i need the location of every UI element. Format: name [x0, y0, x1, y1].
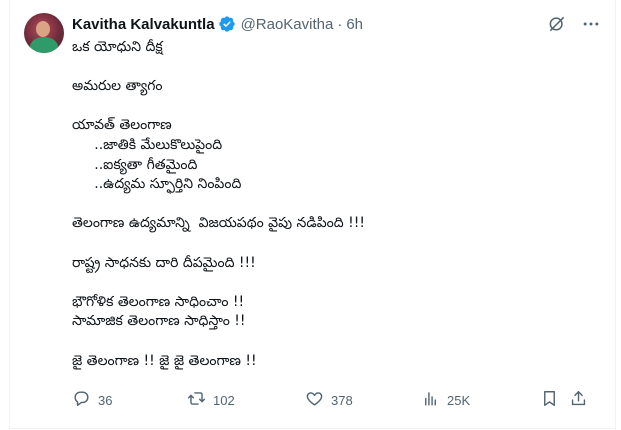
- repost-button[interactable]: 102: [187, 388, 235, 412]
- post-line: [72, 332, 592, 352]
- post-text: ఒక యోధుని దీక్ష అమరుల త్యాగం యావత్ తెలంగ…: [72, 38, 592, 371]
- grok-icon[interactable]: [547, 14, 567, 34]
- post-line: [72, 234, 592, 254]
- bookmark-icon: [540, 389, 559, 411]
- avatar[interactable]: [24, 13, 64, 53]
- heart-icon: [305, 389, 324, 411]
- like-button[interactable]: 378: [305, 388, 353, 412]
- post-line: [72, 195, 592, 215]
- post-line: ..జాతికి మేలుకొలుపైంది: [72, 136, 223, 153]
- repost-icon: [187, 389, 206, 411]
- action-bar: 36 102 378 25K: [72, 388, 594, 412]
- verified-badge-icon: [218, 15, 236, 33]
- divider: [9, 428, 616, 429]
- post-line: ..ఉద్యమ స్ఫూర్తిని నింపింది: [72, 176, 242, 193]
- views-button[interactable]: 25K: [421, 388, 470, 412]
- author-handle[interactable]: @RaoKavitha: [241, 16, 334, 33]
- post-line: ఒక యోధుని దీక్ష: [72, 39, 163, 55]
- post-line: జై తెలంగాణ !! జై జై తెలంగాణ !!: [72, 352, 257, 369]
- share-button[interactable]: [569, 388, 588, 412]
- post-line: ..ఐక్యతా గీతమైంది: [72, 156, 198, 173]
- more-icon[interactable]: [581, 14, 601, 34]
- post-line: సామాజిక తెలంగాణ సాధిస్తాం !!: [72, 313, 246, 330]
- separator-dot: ·: [337, 15, 343, 33]
- post-line: యావత్ తెలంగాణ: [72, 117, 172, 134]
- like-count: 378: [331, 392, 353, 408]
- repost-count: 102: [213, 392, 235, 408]
- post-line: [72, 273, 592, 293]
- views-count: 25K: [447, 392, 471, 408]
- reply-button[interactable]: 36: [72, 388, 112, 412]
- post-line: భౌగోళిక తెలంగాణ సాధించాం !!: [72, 293, 245, 310]
- bookmark-button[interactable]: [540, 388, 559, 412]
- post-header: Kavitha Kalvakuntla @RaoKavitha · 6h: [72, 14, 363, 34]
- reply-count: 36: [98, 392, 113, 408]
- post-line: [72, 97, 592, 117]
- post-line: రాష్ట్ర సాధనకు దారి దీపమైంది !!!: [72, 254, 256, 271]
- post-timestamp[interactable]: 6h: [346, 16, 363, 33]
- reply-icon: [72, 389, 91, 411]
- post-line: [72, 58, 592, 78]
- views-icon: [421, 389, 440, 411]
- post-line: తెలంగాణ ఉద్యమాన్ని విజయపథం వైపు నడిపింది…: [72, 215, 365, 232]
- author-name[interactable]: Kavitha Kalvakuntla: [72, 16, 215, 33]
- post-line: అమరుల త్యాగం: [72, 78, 163, 95]
- share-icon: [569, 389, 588, 411]
